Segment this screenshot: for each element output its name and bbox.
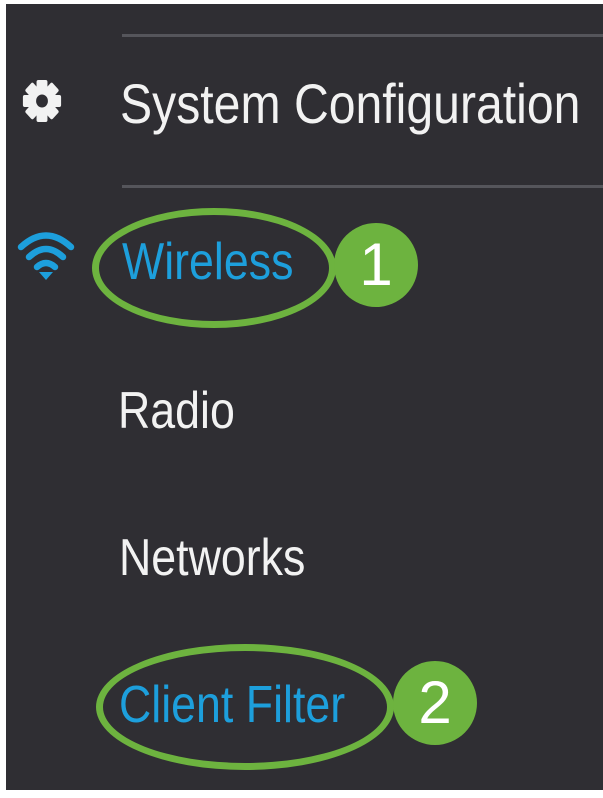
menu-item-client-filter[interactable]: Client Filter: [119, 677, 345, 733]
menu-divider: [122, 185, 603, 188]
menu-divider: [122, 34, 603, 37]
nav-menu: System Configuration Wireless Radio Netw…: [6, 4, 603, 790]
step-badge-1: 1: [334, 223, 418, 307]
wifi-icon: [17, 226, 75, 282]
step-badge-2: 2: [393, 661, 477, 745]
menu-item-wireless[interactable]: Wireless: [122, 234, 293, 290]
menu-item-radio[interactable]: Radio: [118, 383, 235, 439]
menu-item-system-configuration[interactable]: System Configuration: [120, 74, 580, 134]
menu-item-networks[interactable]: Networks: [119, 530, 305, 586]
gear-icon: [22, 79, 62, 123]
